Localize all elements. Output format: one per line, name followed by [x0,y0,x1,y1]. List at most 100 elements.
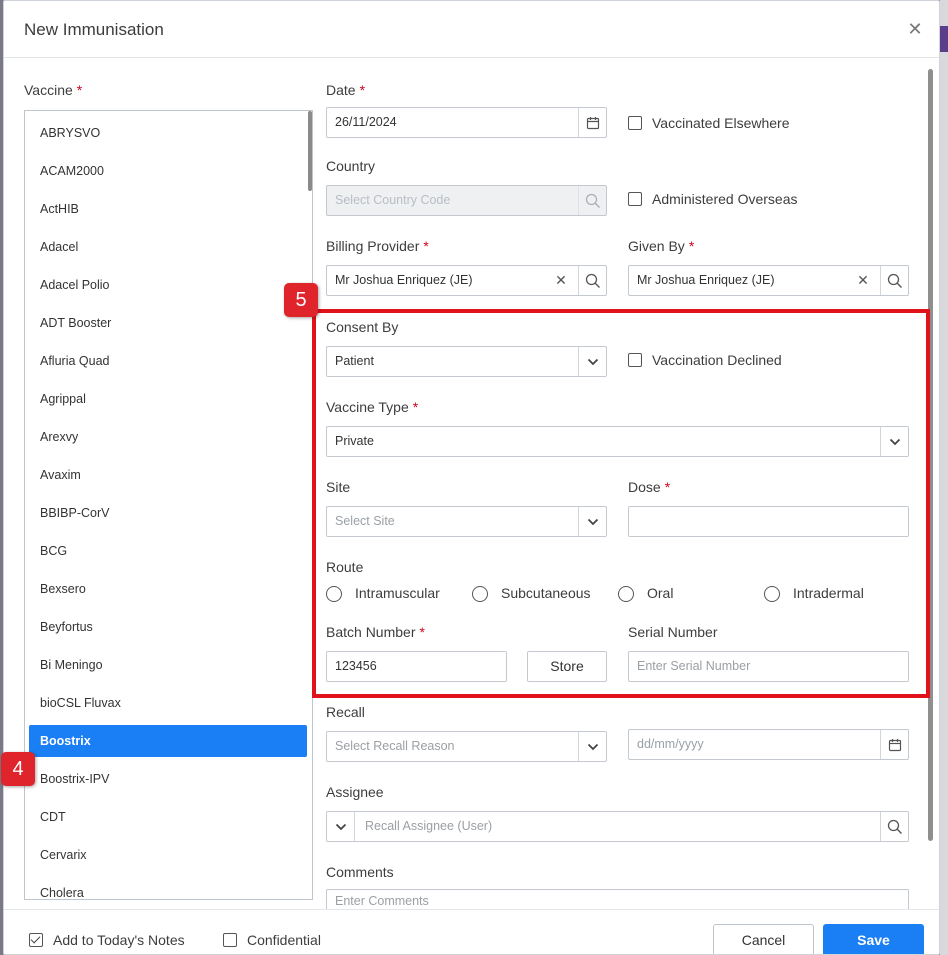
vaccine-list-item[interactable]: BBIBP-CorV [29,497,307,529]
vaccine-list-item[interactable]: ActHIB [29,193,307,225]
route-oral-radio[interactable] [618,586,634,602]
calendar-icon[interactable] [880,730,908,759]
vaccine-list-item[interactable]: ADT Booster [29,307,307,339]
step-badge-4: 4 [1,752,35,786]
route-intramuscular-radio[interactable] [326,586,342,602]
vaccine-list-item[interactable]: Bexsero [29,573,307,605]
step-badge-5: 5 [284,283,318,317]
vaccine-list-item[interactable]: Cholera [29,877,307,899]
vaccine-list[interactable]: Cholera Cervarix CDT Boostrix-IPV Boostrix bi… [24,110,313,900]
search-icon[interactable] [578,266,606,295]
vaccine-type-select[interactable]: Private [326,426,909,457]
dose-label: Dose * [628,479,671,495]
route-subcutaneous-radio[interactable] [472,586,488,602]
country-label: Country [326,158,376,174]
given-by-label: Given By * [628,238,695,254]
site-placeholder: Select Site [335,514,395,528]
recall-date-placeholder: dd/mm/yyyy [637,737,704,751]
administered-overseas-label: Administered Overseas [652,191,798,207]
country-placeholder: Select Country Code [335,193,451,207]
batch-number-value: 123456 [335,659,377,673]
recall-date-input[interactable]: dd/mm/yyyy [628,729,909,760]
country-input: Select Country Code [326,185,607,216]
date-input[interactable]: 26/11/2024 [326,107,607,138]
vaccinated-elsewhere-checkbox[interactable] [628,116,642,130]
chevron-down-icon[interactable] [578,347,606,376]
backdrop-accent [940,26,948,52]
serial-number-label: Serial Number [628,624,718,640]
vaccination-declined-label: Vaccination Declined [652,352,782,368]
recall-label: Recall [326,704,365,720]
search-icon [578,186,606,215]
route-subcutaneous-label: Subcutaneous [501,585,591,601]
vaccine-list-item[interactable]: Bi Meningo [29,649,307,681]
site-label: Site [326,479,351,495]
vaccine-list-item[interactable]: ACAM2000 [29,155,307,187]
chevron-down-icon[interactable] [880,427,908,456]
vaccine-list-item[interactable]: bioCSL Fluvax [29,687,307,719]
clear-icon[interactable]: ✕ [856,266,870,295]
dose-input[interactable] [628,506,909,537]
consent-by-select[interactable]: Patient [326,346,607,377]
given-by-input[interactable]: Mr Joshua Enriquez (JE) ✕ [628,265,909,296]
clear-icon[interactable]: ✕ [554,266,568,295]
route-label: Route [326,559,364,575]
route-oral-label: Oral [647,585,674,601]
vaccine-type-value: Private [335,434,374,448]
vaccine-list-item[interactable]: Agrippal [29,383,307,415]
calendar-icon[interactable] [578,108,606,137]
vaccine-list-item[interactable]: Cervarix [29,839,307,871]
vaccine-list-item[interactable]: Boostrix-IPV [29,763,307,795]
route-intradermal-label: Intradermal [793,585,864,601]
modal-title: New Immunisation [24,20,164,39]
vaccine-list-item[interactable]: Adacel Polio [29,269,307,301]
search-icon[interactable] [880,812,908,841]
administered-overseas-checkbox[interactable] [628,192,642,206]
vaccine-list-item[interactable]: Adacel [29,231,307,263]
serial-number-input[interactable]: Enter Serial Number [628,651,909,682]
vaccine-list-item[interactable]: Arexvy [29,421,307,453]
vaccine-list-item[interactable]: ABRYSVO [29,117,307,149]
batch-number-input[interactable]: 123456 [326,651,507,682]
vaccination-declined-checkbox[interactable] [628,353,642,367]
vaccine-type-label: Vaccine Type * [326,399,419,415]
billing-provider-value: Mr Joshua Enriquez (JE) [335,273,473,287]
batch-number-label: Batch Number * [326,624,425,640]
chevron-down-icon[interactable] [578,507,606,536]
billing-provider-label: Billing Provider * [326,238,429,254]
vaccine-list-item[interactable]: CDT [29,801,307,833]
add-to-notes-checkbox[interactable] [29,933,43,947]
date-value: 26/11/2024 [335,115,397,129]
confidential-checkbox[interactable] [223,933,237,947]
billing-provider-input[interactable]: Mr Joshua Enriquez (JE) ✕ [326,265,607,296]
save-button[interactable]: Save [823,924,924,954]
consent-by-label: Consent By [326,319,399,335]
chevron-down-icon[interactable] [578,732,606,761]
assignee-label: Assignee [326,784,384,800]
new-immunisation-modal: New Immunisation ✕ Vaccine * Cholera Cerva… [3,0,940,955]
search-icon[interactable] [880,266,908,295]
vaccine-list-item[interactable]: BCG [29,535,307,567]
vaccine-list-item[interactable]: Boostrix [29,725,307,757]
assignee-input[interactable]: Recall Assignee (User) [326,811,909,842]
route-intradermal-radio[interactable] [764,586,780,602]
given-by-value: Mr Joshua Enriquez (JE) [637,273,775,287]
vaccine-label: Vaccine * [24,82,83,98]
vaccinated-elsewhere-label: Vaccinated Elsewhere [652,115,790,131]
recall-reason-select[interactable]: Select Recall Reason [326,731,607,762]
form-scrollbar[interactable] [928,69,933,841]
serial-number-placeholder: Enter Serial Number [637,659,751,673]
store-button[interactable]: Store [527,651,607,682]
site-select[interactable]: Select Site [326,506,607,537]
chevron-down-icon[interactable] [327,812,355,841]
cancel-button[interactable]: Cancel [713,924,814,954]
assignee-placeholder: Recall Assignee (User) [365,819,493,833]
vaccine-list-scrollbar[interactable] [308,111,312,191]
vaccine-list-item[interactable]: Avaxim [29,459,307,491]
vaccine-list-item[interactable]: Afluria Quad [29,345,307,377]
close-icon[interactable]: ✕ [905,19,925,39]
vaccine-list-item[interactable]: Beyfortus [29,611,307,643]
route-intramuscular-label: Intramuscular [355,585,440,601]
comments-label: Comments [326,864,394,880]
confidential-label: Confidential [247,932,321,948]
